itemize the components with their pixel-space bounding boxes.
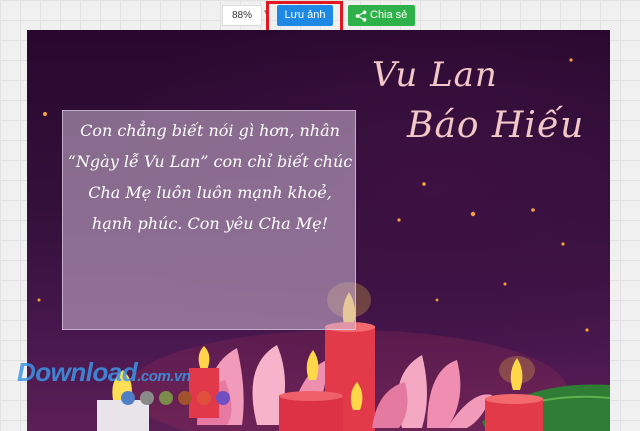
zoom-select[interactable]: 88% <box>222 5 262 26</box>
color-swatch[interactable] <box>178 391 192 405</box>
watermark-logo: Download.com.vn <box>17 357 191 388</box>
message-line: hạnh phúc. Con yêu Cha Mẹ! <box>91 214 329 233</box>
share-label: Chia sẻ <box>370 9 408 21</box>
editor-toolbar: 88% ▾ Lưu ảnh Chia sẻ <box>0 0 640 35</box>
card-title-line1: Vu Lan <box>372 55 498 95</box>
share-icon <box>355 10 367 22</box>
message-line: Con chẳng biết nói gì hơn, nhân <box>80 121 340 140</box>
color-swatch[interactable] <box>121 391 135 405</box>
color-swatch[interactable] <box>159 391 173 405</box>
message-line: “Ngày lễ Vu Lan” con chỉ biết chúc <box>67 152 353 171</box>
color-swatch[interactable] <box>216 391 230 405</box>
watermark-suffix: .com.vn <box>137 368 191 385</box>
message-text-box[interactable]: Con chẳng biết nói gì hơn, nhân “Ngày lễ… <box>62 110 356 330</box>
share-button[interactable]: Chia sẻ <box>348 5 415 26</box>
color-swatch[interactable] <box>197 391 211 405</box>
watermark-main: Download <box>17 357 138 387</box>
message-line: Cha Mẹ luôn luôn mạnh khoẻ, <box>88 183 332 202</box>
message-text: Con chẳng biết nói gì hơn, nhân “Ngày lễ… <box>63 115 357 239</box>
color-swatch[interactable] <box>140 391 154 405</box>
card-title-line2: Báo Hiếu <box>407 105 585 146</box>
